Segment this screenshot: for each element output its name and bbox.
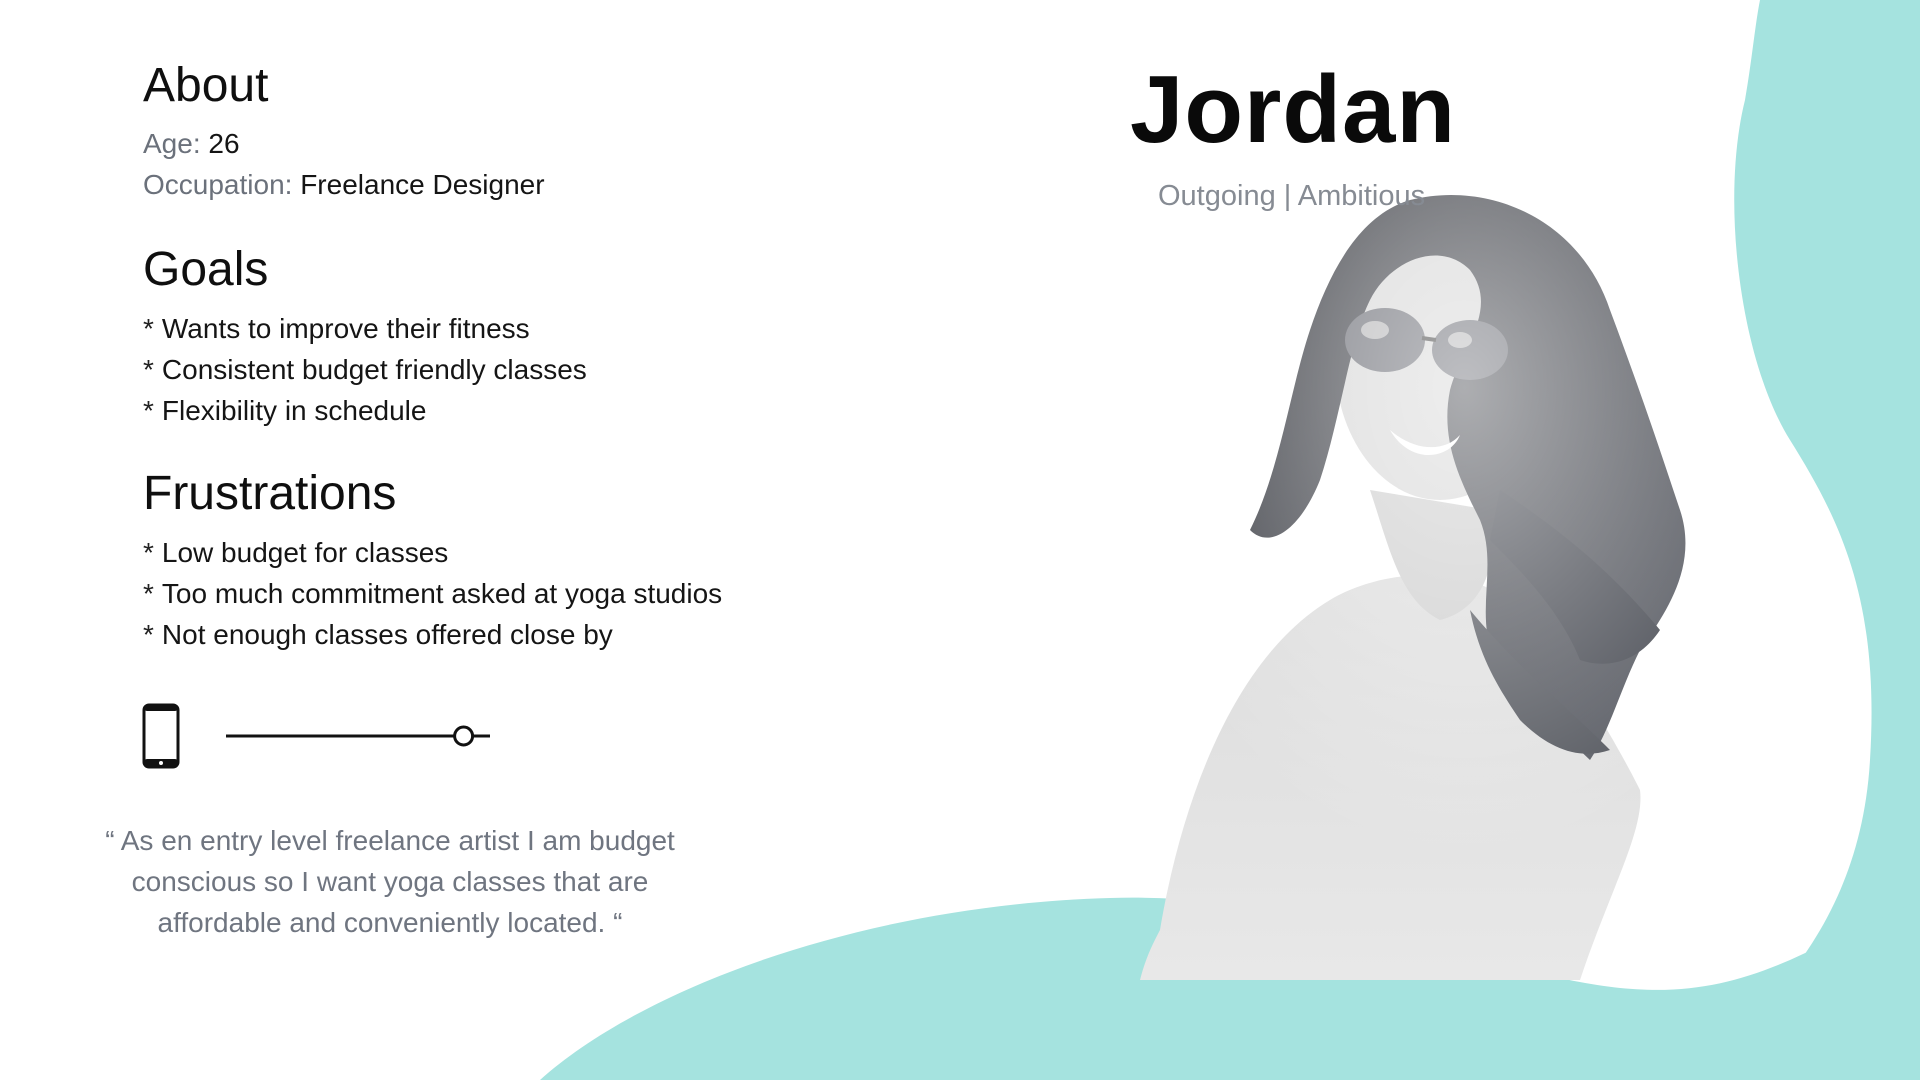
persona-traits: Outgoing | Ambitious xyxy=(1158,180,1426,212)
list-item: * Low budget for classes xyxy=(143,532,722,573)
list-item: * Not enough classes offered close by xyxy=(143,614,722,655)
persona-name: Jordan xyxy=(1130,56,1457,163)
bullet-marker: * xyxy=(143,354,154,385)
persona-photo xyxy=(1140,190,1730,980)
goal-text: Wants to improve their fitness xyxy=(161,313,530,344)
list-item: * Too much commitment asked at yoga studi… xyxy=(143,573,722,614)
frustrations-list: * Low budget for classes * Too much commit… xyxy=(143,532,722,655)
bullet-marker: * xyxy=(143,619,154,650)
frustration-text: Not enough classes offered close by xyxy=(161,619,613,650)
list-item: * Flexibility in schedule xyxy=(143,390,587,431)
bullet-marker: * xyxy=(143,578,154,609)
occupation-value: Freelance Designer xyxy=(300,169,545,200)
goals-heading: Goals xyxy=(143,243,269,296)
frustrations-heading: Frustrations xyxy=(143,467,397,520)
bullet-marker: * xyxy=(143,313,154,344)
device-usage-slider xyxy=(226,725,490,747)
age-label: Age: xyxy=(143,128,201,159)
bullet-marker: * xyxy=(143,537,154,568)
age-value: 26 xyxy=(208,128,240,159)
goals-list: * Wants to improve their fitness * Consist… xyxy=(143,308,587,431)
slider-thumb xyxy=(453,725,475,747)
age-line: Age: 26 xyxy=(143,130,240,158)
goal-text: Consistent budget friendly classes xyxy=(161,354,587,385)
smartphone-icon xyxy=(142,703,180,769)
list-item: * Wants to improve their fitness xyxy=(143,308,587,349)
goal-text: Flexibility in schedule xyxy=(161,395,427,426)
occupation-line: Occupation: Freelance Designer xyxy=(143,171,545,199)
frustration-text: Low budget for classes xyxy=(161,537,449,568)
persona-quote: “ As en entry level freelance artist I a… xyxy=(105,825,675,938)
about-heading: About xyxy=(143,59,269,112)
bullet-marker: * xyxy=(143,395,154,426)
list-item: * Consistent budget friendly classes xyxy=(143,349,587,390)
frustration-text: Too much commitment asked at yoga studio… xyxy=(161,578,723,609)
occupation-label: Occupation: xyxy=(143,169,293,200)
